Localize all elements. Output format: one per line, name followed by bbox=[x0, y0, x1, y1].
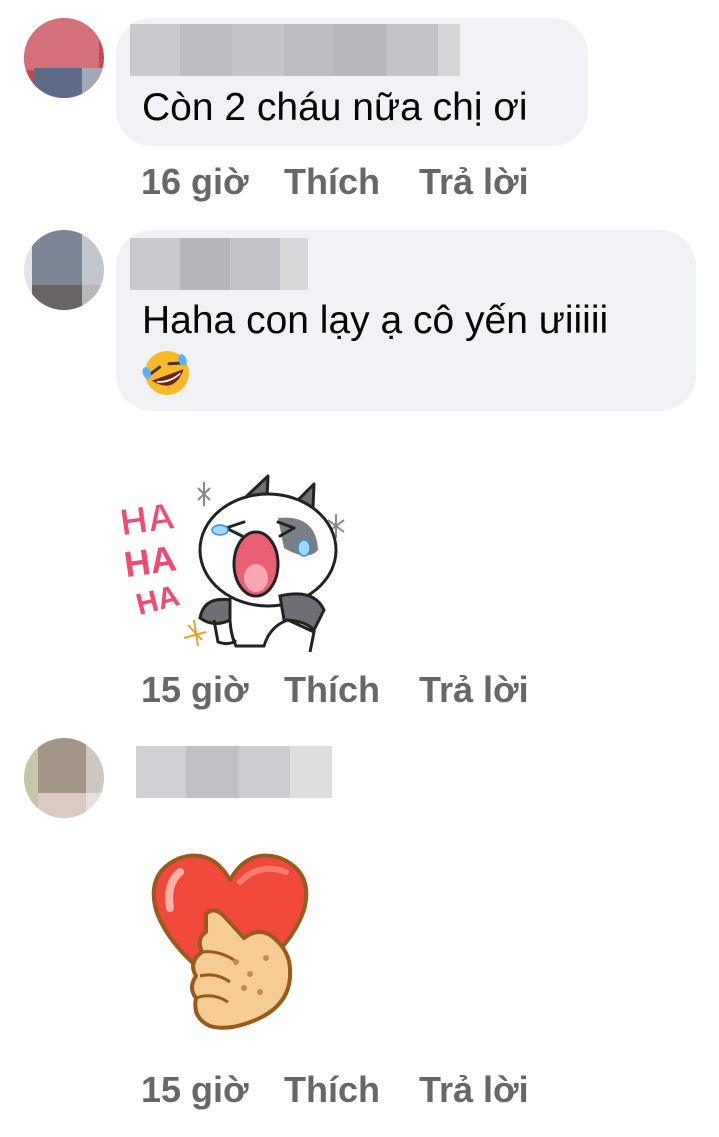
comment-time[interactable]: 15 giờ bbox=[141, 1068, 249, 1112]
heart-hand-sticker[interactable] bbox=[140, 842, 320, 1042]
commenter-avatar[interactable] bbox=[24, 738, 104, 818]
reply-button[interactable]: Trả lời bbox=[419, 1068, 529, 1112]
commenter-name-blurred[interactable] bbox=[136, 746, 332, 798]
comment-3: 15 giờ Thích Trả lời bbox=[0, 0, 719, 1137]
like-button[interactable]: Thích bbox=[284, 1068, 380, 1112]
